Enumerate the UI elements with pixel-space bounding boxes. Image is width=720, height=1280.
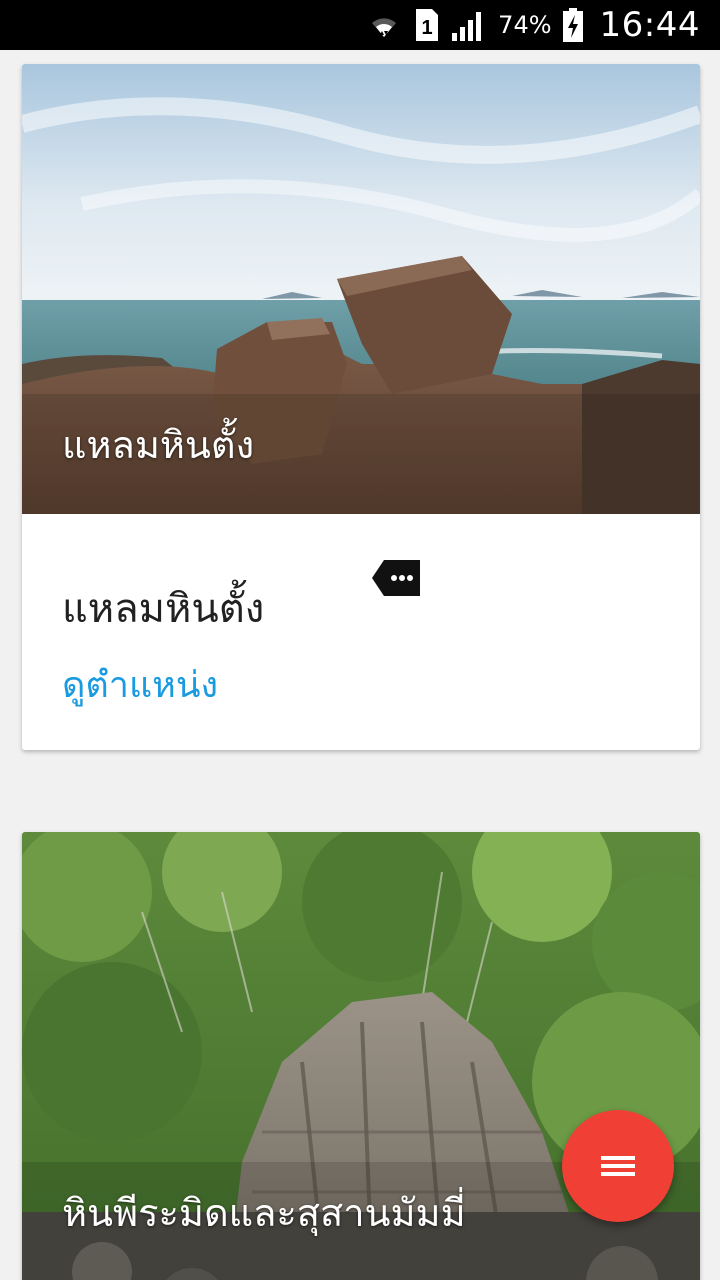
wifi-icon [366,7,402,43]
photo-caption: หินพีระมิดและสุสานมัมมี่ [62,1191,466,1235]
more-tag-icon[interactable] [372,560,420,596]
menu-icon [601,1152,635,1180]
sim-icon: 1 [412,7,440,43]
place-feed[interactable]: แหลมหินตั้ง แหลมหินตั้ง ดูตำแหน่ง หินพีร… [0,50,720,1280]
photo-caption: แหลมหินตั้ง [62,423,255,467]
place-photo[interactable]: แหลมหินตั้ง [22,64,700,514]
signal-icon [450,7,486,43]
place-card[interactable]: แหลมหินตั้ง แหลมหินตั้ง ดูตำแหน่ง [22,64,700,750]
status-bar: 1 74% 16:44 [0,0,720,50]
view-location-link[interactable]: ดูตำแหน่ง [62,656,218,713]
battery-charging-icon [562,7,584,43]
card-body: แหลมหินตั้ง ดูตำแหน่ง [22,514,700,750]
battery-percent: 74% [498,11,552,39]
sim-slot-number: 1 [422,17,433,39]
status-clock: 16:44 [599,5,700,45]
menu-fab-button[interactable] [562,1110,674,1222]
place-title: แหลมหินตั้ง [62,586,265,632]
